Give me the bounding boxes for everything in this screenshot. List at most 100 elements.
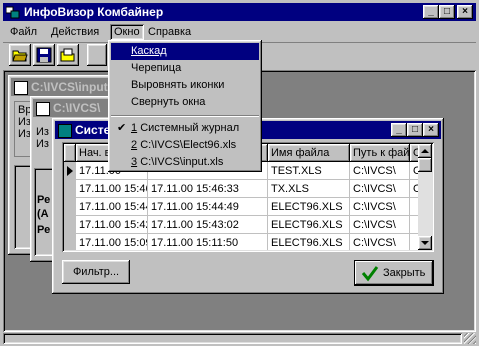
grid-cell-end[interactable]: 17.11.00 15:11:50 (148, 234, 268, 250)
minimize-icon: _ (396, 124, 402, 135)
app-icon (5, 5, 20, 19)
grid-cell-file[interactable]: TEST.XLS (268, 162, 350, 180)
toolbar-button-4[interactable] (87, 44, 107, 66)
menu-item-label: Черепица (131, 62, 182, 74)
col-header-desc[interactable]: Опис (410, 144, 418, 162)
save-icon (36, 47, 52, 63)
menu-item-minimize-all[interactable]: Свернуть окна (111, 94, 259, 111)
menu-file-label: Файл (10, 26, 38, 38)
grid-cell-desc[interactable]: Ошиб (410, 180, 418, 198)
close-button[interactable]: × (457, 5, 473, 19)
grid-cell-file[interactable]: TX.XLS (268, 180, 350, 198)
info-line: Из (18, 116, 31, 128)
window-elect96-title: C:\IVCS\ (53, 101, 101, 115)
menu-item-label: Каскад (131, 45, 167, 57)
menu-item-number: 3 (131, 156, 138, 168)
close-x-icon: × (462, 6, 468, 17)
menu-help-label: Справка (148, 26, 192, 38)
scroll-thumb[interactable] (418, 158, 432, 172)
menu-item-tile[interactable]: Черепица (111, 60, 259, 77)
app-titlebar[interactable]: ИнфоВизор Комбайнер _ □ × (3, 3, 476, 21)
info-line: Из (36, 138, 49, 150)
menu-item-cascade[interactable]: Каскад (111, 43, 259, 60)
grid-vscrollbar[interactable] (418, 144, 432, 250)
info-line: Из (18, 128, 31, 140)
grid-cell-start[interactable]: 17.11.00 15:09:32 (76, 234, 148, 250)
grid-cell-desc[interactable]: Ошиб (410, 162, 418, 180)
window-system-log-title: Систе (75, 123, 111, 137)
close-dialog-label: Закрыть (383, 267, 426, 279)
close-button[interactable]: × (423, 123, 439, 137)
col-header-path[interactable]: Путь к фай (350, 144, 410, 162)
scroll-up-button[interactable] (418, 144, 432, 158)
grid-cell-start[interactable]: 17.11.00 15:46:30 (76, 180, 148, 198)
menu-actions-label: Действия (51, 26, 100, 38)
info-line: Ре (37, 194, 51, 206)
row-indicator-0 (64, 162, 76, 180)
info-line: Ре (37, 224, 51, 236)
grid-cell-file[interactable]: ELECT96.XLS (268, 234, 350, 250)
minimize-button[interactable]: _ (391, 123, 407, 137)
grid-cell-end[interactable]: 17.11.00 15:43:02 (148, 216, 268, 234)
window-menu-dropdown: Каскад Черепица Выровнять иконки Свернут… (108, 40, 262, 172)
menu-separator (111, 115, 259, 117)
maximize-icon: □ (443, 6, 451, 17)
row-indicator-col (64, 180, 76, 250)
menu-item-number: 2 (131, 139, 138, 151)
open-button[interactable] (9, 44, 31, 66)
doc-icon (14, 81, 28, 95)
doc-icon (36, 102, 50, 116)
current-row-arrow-icon (67, 166, 73, 176)
col-header-file[interactable]: Имя файла (268, 144, 350, 162)
grid-cell-file[interactable]: ELECT96.XLS (268, 198, 350, 216)
window-input-title: C:\IVCS\input (31, 80, 108, 94)
grid-cell-desc[interactable] (410, 234, 418, 250)
menu-item-label: Выровнять иконки (131, 79, 225, 91)
grid-cell-end[interactable]: 17.11.00 15:44:49 (148, 198, 268, 216)
app-window: ИнфоВизор Комбайнер _ □ × Файл Действия … (0, 0, 479, 346)
maximize-button[interactable]: □ (407, 123, 423, 137)
minimize-button[interactable]: _ (423, 5, 439, 19)
close-dialog-button[interactable]: Закрыть (354, 260, 434, 286)
grid-cell-desc[interactable] (410, 198, 418, 216)
check-icon (361, 264, 379, 282)
grid-cell-file[interactable]: ELECT96.XLS (268, 216, 350, 234)
status-panel (3, 333, 462, 344)
grid-cell-path[interactable]: C:\IVCS\ (350, 216, 410, 234)
menu-window[interactable]: Окно (110, 24, 144, 40)
menu-item-label: Свернуть окна (131, 96, 206, 108)
check-mark-icon: ✔ (117, 122, 127, 134)
doc-icon (58, 124, 72, 138)
grid-cell-start[interactable]: 17.11.00 15:42:33 (76, 216, 148, 234)
maximize-icon: □ (411, 124, 419, 135)
save-button[interactable] (33, 44, 55, 66)
grid-cell-end[interactable]: 17.11.00 15:46:33 (148, 180, 268, 198)
menu-help[interactable]: Справка (144, 24, 195, 40)
print-folder-icon (60, 47, 76, 63)
grid-cell-path[interactable]: C:\IVCS\ (350, 234, 410, 250)
info-line: Из (36, 126, 49, 138)
filter-button[interactable]: Фильтр... (62, 260, 130, 284)
menu-item-window-2[interactable]: 2 C:\IVCS\Elect96.xls (111, 137, 259, 154)
menu-item-window-1[interactable]: ✔ 1 Системный журнал (111, 120, 259, 137)
menu-item-label: Системный журнал (140, 122, 240, 134)
scroll-up-icon (421, 149, 429, 153)
scroll-down-button[interactable] (418, 236, 432, 250)
maximize-button[interactable]: □ (439, 5, 455, 19)
menu-item-window-3[interactable]: 3 C:\IVCS\input.xls (111, 154, 259, 171)
grid-cell-path[interactable]: C:\IVCS\ (350, 180, 410, 198)
menu-item-arrange-icons[interactable]: Выровнять иконки (111, 77, 259, 94)
size-grip-icon[interactable] (464, 333, 476, 344)
minimize-icon: _ (428, 6, 434, 17)
menu-item-label: C:\IVCS\input.xls (140, 156, 224, 168)
info-line: (А (37, 208, 49, 220)
grid-cell-path[interactable]: C:\IVCS\ (350, 198, 410, 216)
print-folder-button[interactable] (57, 44, 79, 66)
menu-actions[interactable]: Действия (47, 24, 103, 40)
menu-file[interactable]: Файл (6, 24, 41, 40)
grid-cell-start[interactable]: 17.11.00 15:44:27 (76, 198, 148, 216)
app-title: ИнфоВизор Комбайнер (24, 5, 164, 19)
menu-window-label: Окно (114, 26, 140, 38)
grid-cell-desc[interactable] (410, 216, 418, 234)
grid-cell-path[interactable]: C:\IVCS\ (350, 162, 410, 180)
